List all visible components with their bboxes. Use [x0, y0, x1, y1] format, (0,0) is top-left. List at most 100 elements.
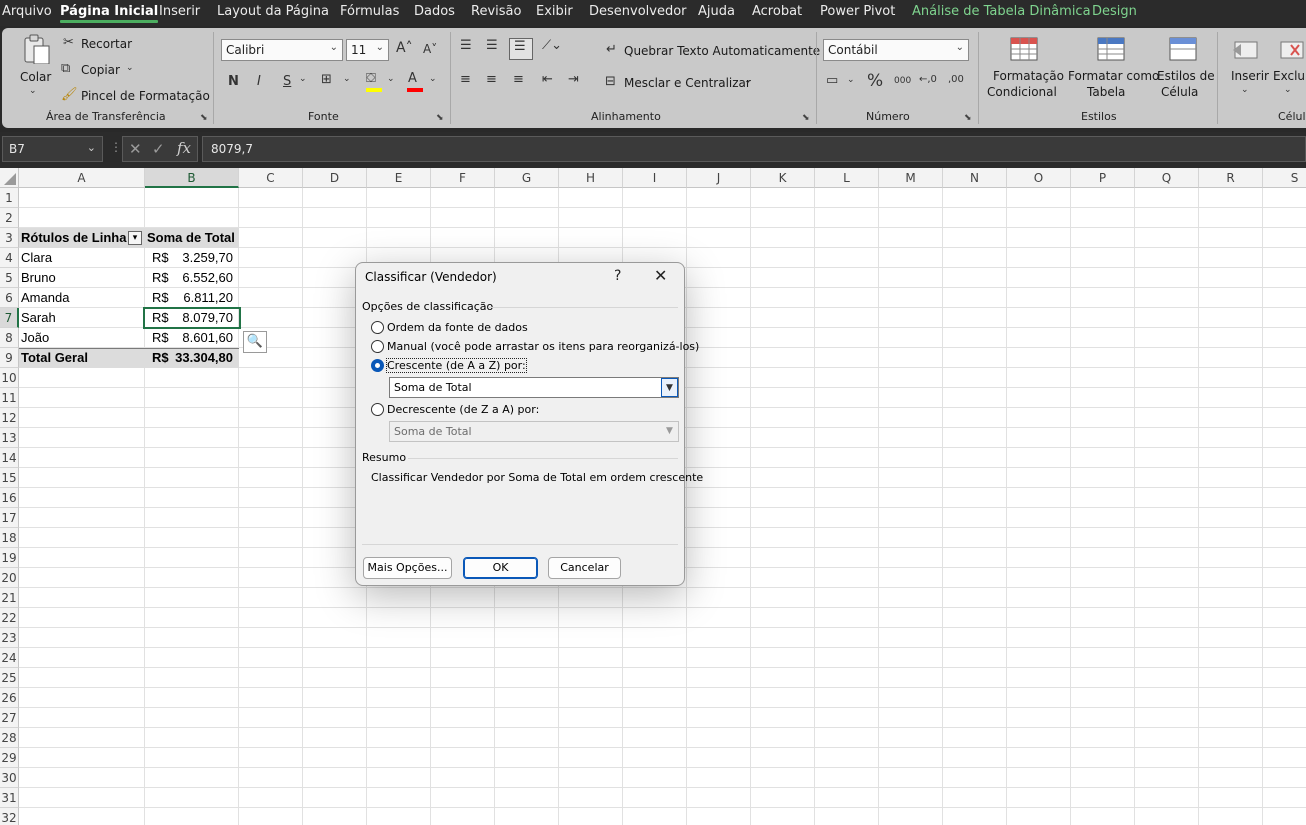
- row-header[interactable]: 29: [0, 748, 19, 768]
- align-top-icon[interactable]: ☰: [460, 38, 472, 53]
- underline-dropdown-icon[interactable]: ⌄: [299, 74, 307, 84]
- row-header[interactable]: 12: [0, 408, 19, 428]
- column-header[interactable]: I: [623, 168, 687, 188]
- tab-desenvolvedor[interactable]: Desenvolvedor: [589, 4, 687, 19]
- row-header[interactable]: 25: [0, 668, 19, 688]
- row-header[interactable]: 18: [0, 528, 19, 548]
- row-header[interactable]: 23: [0, 628, 19, 648]
- format-as-table-label-2[interactable]: Tabela: [1087, 85, 1125, 99]
- delete-cells-icon[interactable]: [1277, 36, 1306, 66]
- row-header[interactable]: 19: [0, 548, 19, 568]
- percent-button[interactable]: %: [867, 71, 883, 91]
- fill-color-dropdown-icon[interactable]: ⌄: [387, 74, 395, 84]
- conditional-formatting-label-1[interactable]: Formatação: [993, 69, 1064, 83]
- insert-cells-icon[interactable]: [1231, 36, 1261, 66]
- tab-acrobat[interactable]: Acrobat: [752, 4, 802, 19]
- font-color-icon[interactable]: A: [408, 71, 417, 86]
- tab-dados[interactable]: Dados: [414, 4, 455, 19]
- column-header[interactable]: P: [1071, 168, 1135, 188]
- radio-ascending-label[interactable]: Crescente (de A a Z) por:: [386, 358, 527, 373]
- row-header[interactable]: 17: [0, 508, 19, 528]
- delete-dropdown-icon[interactable]: ⌄: [1284, 85, 1292, 95]
- merge-center-icon[interactable]: ⊟: [605, 74, 616, 89]
- tab-analise-tabela-dinamica[interactable]: Análise de Tabela Dinâmica: [912, 4, 1091, 19]
- row-header[interactable]: 14: [0, 448, 19, 468]
- tab-power-pivot[interactable]: Power Pivot: [820, 4, 895, 19]
- copy-dropdown-icon[interactable]: ⌄: [126, 63, 134, 73]
- formula-input[interactable]: 8079,7: [202, 136, 1306, 162]
- conditional-formatting-icon[interactable]: [1009, 36, 1039, 66]
- pivot-row-value[interactable]: 6.811,20: [174, 288, 233, 308]
- row-header[interactable]: 21: [0, 588, 19, 608]
- borders-icon[interactable]: ⊞: [321, 72, 332, 87]
- shrink-font-icon[interactable]: A˅: [423, 42, 437, 56]
- row-header[interactable]: 6: [0, 288, 19, 308]
- more-options-button[interactable]: Mais Opções...: [363, 557, 452, 579]
- row-header[interactable]: 24: [0, 648, 19, 668]
- paste-dropdown-icon[interactable]: ⌄: [29, 86, 37, 96]
- radio-descending[interactable]: [371, 403, 384, 416]
- column-header[interactable]: A: [19, 168, 145, 188]
- column-header[interactable]: F: [431, 168, 495, 188]
- quick-analysis-button[interactable]: 🔍: [243, 331, 267, 353]
- pivot-row-value[interactable]: 8.601,60: [174, 328, 233, 348]
- align-middle-icon[interactable]: ☰: [486, 38, 498, 53]
- row-header[interactable]: 2: [0, 208, 19, 228]
- row-header[interactable]: 26: [0, 688, 19, 708]
- align-left-icon[interactable]: ≡: [460, 72, 471, 87]
- number-format-combo[interactable]: Contábil ⌄: [823, 39, 969, 61]
- cancel-button[interactable]: Cancelar: [548, 557, 621, 579]
- merge-dropdown-icon[interactable]: ⌄: [744, 76, 752, 86]
- radio-manual[interactable]: [371, 340, 384, 353]
- radio-manual-label[interactable]: Manual (você pode arrastar os itens para…: [387, 340, 699, 353]
- underline-button[interactable]: S: [283, 74, 291, 89]
- tab-design[interactable]: Design: [1092, 4, 1137, 19]
- clipboard-launcher-icon[interactable]: ⬊: [200, 113, 208, 123]
- copy-icon[interactable]: ⧉: [61, 61, 70, 76]
- row-header[interactable]: 15: [0, 468, 19, 488]
- row-header[interactable]: 5: [0, 268, 19, 288]
- row-header[interactable]: 7: [0, 308, 19, 328]
- pivot-row-label[interactable]: Sarah: [21, 308, 56, 328]
- row-header[interactable]: 28: [0, 728, 19, 748]
- tab-ajuda[interactable]: Ajuda: [698, 4, 735, 19]
- column-header[interactable]: S: [1263, 168, 1306, 188]
- column-header[interactable]: K: [751, 168, 815, 188]
- tab-layout-da-pagina[interactable]: Layout da Página: [217, 4, 329, 19]
- cell-styles-label-1[interactable]: Estilos de: [1157, 69, 1215, 83]
- font-launcher-icon[interactable]: ⬊: [436, 113, 444, 123]
- row-header[interactable]: 22: [0, 608, 19, 628]
- orientation-icon[interactable]: ⟋⌄: [542, 38, 562, 53]
- thousands-separator-button[interactable]: 000: [894, 76, 911, 86]
- format-painter-icon[interactable]: 🖌: [61, 87, 78, 102]
- pivot-total-label[interactable]: Total Geral: [21, 348, 88, 368]
- format-as-table-icon[interactable]: [1096, 36, 1126, 66]
- cell-styles-icon[interactable]: [1168, 36, 1198, 66]
- tab-arquivo[interactable]: Arquivo: [2, 4, 52, 19]
- increase-indent-icon[interactable]: ⇥: [568, 72, 579, 87]
- increase-decimal-button[interactable]: ←,0: [919, 74, 937, 85]
- copy-button[interactable]: Copiar: [81, 63, 120, 77]
- cut-button[interactable]: Recortar: [81, 37, 132, 51]
- row-header[interactable]: 32: [0, 808, 19, 825]
- row-header[interactable]: 16: [0, 488, 19, 508]
- tab-revisao[interactable]: Revisão: [471, 4, 521, 19]
- insert-cells-button[interactable]: Inserir: [1231, 69, 1269, 83]
- font-name-combo[interactable]: Calibri ⌄: [221, 39, 343, 61]
- paste-button-label[interactable]: Colar: [20, 70, 51, 84]
- pivot-row-label[interactable]: João: [21, 328, 49, 348]
- row-header[interactable]: 31: [0, 788, 19, 808]
- row-header[interactable]: 27: [0, 708, 19, 728]
- help-button[interactable]: ?: [614, 268, 621, 284]
- column-header[interactable]: B: [145, 168, 239, 188]
- wrap-text-button[interactable]: Quebrar Texto Automaticamente: [624, 44, 820, 58]
- decrease-indent-icon[interactable]: ⇤: [542, 72, 553, 87]
- italic-button[interactable]: I: [257, 74, 261, 89]
- enter-icon[interactable]: ✓: [152, 140, 165, 158]
- align-bottom-button[interactable]: ☰: [509, 38, 533, 60]
- column-header[interactable]: E: [367, 168, 431, 188]
- radio-data-source-order[interactable]: [371, 321, 384, 334]
- accounting-dropdown-icon[interactable]: ⌄: [847, 75, 855, 85]
- radio-ascending[interactable]: [371, 359, 384, 372]
- close-button[interactable]: ✕: [654, 266, 667, 285]
